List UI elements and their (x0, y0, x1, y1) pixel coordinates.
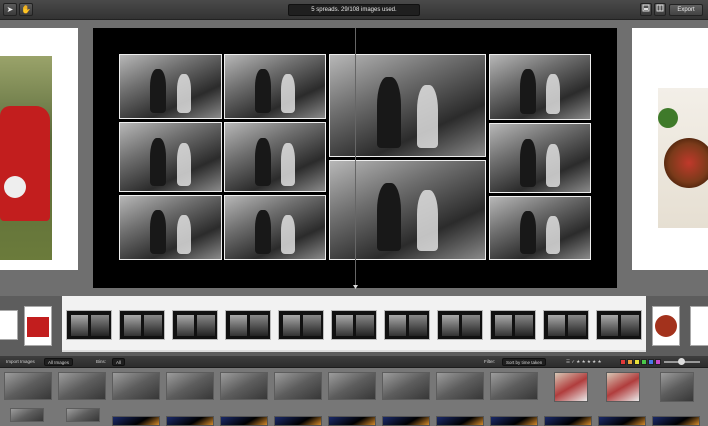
library-image[interactable] (382, 372, 430, 400)
library-image[interactable] (112, 416, 160, 426)
library-image[interactable] (328, 372, 376, 400)
top-toolbar: ➤ ✋ 5 spreads. 29/108 images used. Expor… (0, 0, 708, 20)
spread-thumbnail[interactable] (490, 310, 536, 340)
library-image[interactable] (490, 416, 538, 426)
import-images-button[interactable]: Import Images (6, 359, 35, 364)
page-thumbnail[interactable] (652, 306, 680, 346)
spread-photo[interactable] (119, 54, 222, 119)
page-thumbnail[interactable] (690, 306, 708, 346)
spread-thumbnail[interactable] (66, 310, 112, 340)
album-spread[interactable] (93, 28, 617, 288)
spread-thumbnail[interactable] (119, 310, 165, 340)
library-image[interactable] (66, 408, 100, 422)
page-thumbnail[interactable] (24, 306, 52, 346)
color-label-swatch[interactable] (634, 359, 640, 365)
library-image[interactable] (166, 372, 214, 400)
library-image[interactable] (554, 372, 588, 402)
bins-select[interactable]: All (112, 358, 126, 366)
spread-photo[interactable] (224, 122, 326, 192)
library-image[interactable] (274, 372, 322, 400)
bins-label: Bins: (96, 359, 107, 364)
library-image[interactable] (58, 372, 106, 400)
spread-photo-large[interactable] (329, 160, 486, 260)
export-button[interactable]: Export (669, 4, 703, 16)
sort-select[interactable]: Sort by time taken (502, 358, 547, 366)
color-label-swatch[interactable] (648, 359, 654, 365)
library-image[interactable] (220, 416, 268, 426)
spread-filmstrip (0, 296, 708, 356)
library-image[interactable] (112, 372, 160, 400)
next-page[interactable] (632, 28, 708, 270)
page-thumbnail[interactable] (0, 310, 18, 340)
hand-icon[interactable]: ✋ (19, 3, 33, 16)
color-label-swatch[interactable] (627, 359, 633, 365)
library-image[interactable] (382, 416, 430, 426)
spread-photo[interactable] (119, 122, 222, 192)
spread-thumbnail[interactable] (225, 310, 271, 340)
spread-thumbnail[interactable] (172, 310, 218, 340)
spread-photo[interactable] (119, 195, 222, 260)
previous-page-photo (0, 56, 52, 260)
filter-icons[interactable]: ☰ ✓ ★ ★ ★ ★ ★ (566, 359, 601, 365)
images-select[interactable]: All Images (44, 358, 74, 366)
library-image[interactable] (606, 372, 640, 402)
spread-photo-large[interactable] (329, 54, 486, 157)
color-label-swatch[interactable] (620, 359, 626, 365)
filter-label: Filter: (484, 359, 496, 364)
library-image[interactable] (436, 416, 484, 426)
image-library (0, 368, 708, 426)
status-readout: 5 spreads. 29/108 images used. (288, 4, 420, 16)
spread-photo[interactable] (224, 195, 326, 260)
spread-photo[interactable] (224, 54, 326, 119)
library-image[interactable] (274, 416, 322, 426)
next-page-photo (658, 88, 708, 228)
spine-divider[interactable] (355, 28, 356, 288)
spread-canvas (0, 20, 708, 296)
library-image[interactable] (436, 372, 484, 400)
spread-thumbnail[interactable] (437, 310, 483, 340)
single-page-view-icon[interactable] (640, 3, 652, 16)
library-image[interactable] (544, 416, 592, 426)
spread-photo[interactable] (489, 54, 591, 120)
spread-thumbnail-strip (62, 296, 646, 352)
library-image[interactable] (328, 416, 376, 426)
library-image[interactable] (660, 372, 694, 402)
library-image[interactable] (220, 372, 268, 400)
thumbnail-size-slider-knob[interactable] (678, 358, 685, 365)
library-image[interactable] (10, 408, 44, 422)
library-toolbar: Import Images All Images Bins: All Filte… (0, 356, 708, 368)
color-label-swatch[interactable] (641, 359, 647, 365)
library-image[interactable] (166, 416, 214, 426)
spread-photo[interactable] (489, 196, 591, 260)
library-image[interactable] (652, 416, 700, 426)
spread-view-icon[interactable] (654, 3, 666, 16)
spread-thumbnail[interactable] (331, 310, 377, 340)
previous-page[interactable] (0, 28, 78, 270)
library-image[interactable] (4, 372, 52, 400)
arrow-pointer-icon[interactable]: ➤ (3, 3, 17, 16)
spread-thumbnail[interactable] (278, 310, 324, 340)
spread-thumbnail[interactable] (543, 310, 589, 340)
library-image[interactable] (598, 416, 646, 426)
spread-thumbnail[interactable] (384, 310, 430, 340)
color-label-swatch[interactable] (655, 359, 661, 365)
spread-thumbnail[interactable] (596, 310, 642, 340)
spread-photo[interactable] (489, 123, 591, 193)
library-image[interactable] (490, 372, 538, 400)
